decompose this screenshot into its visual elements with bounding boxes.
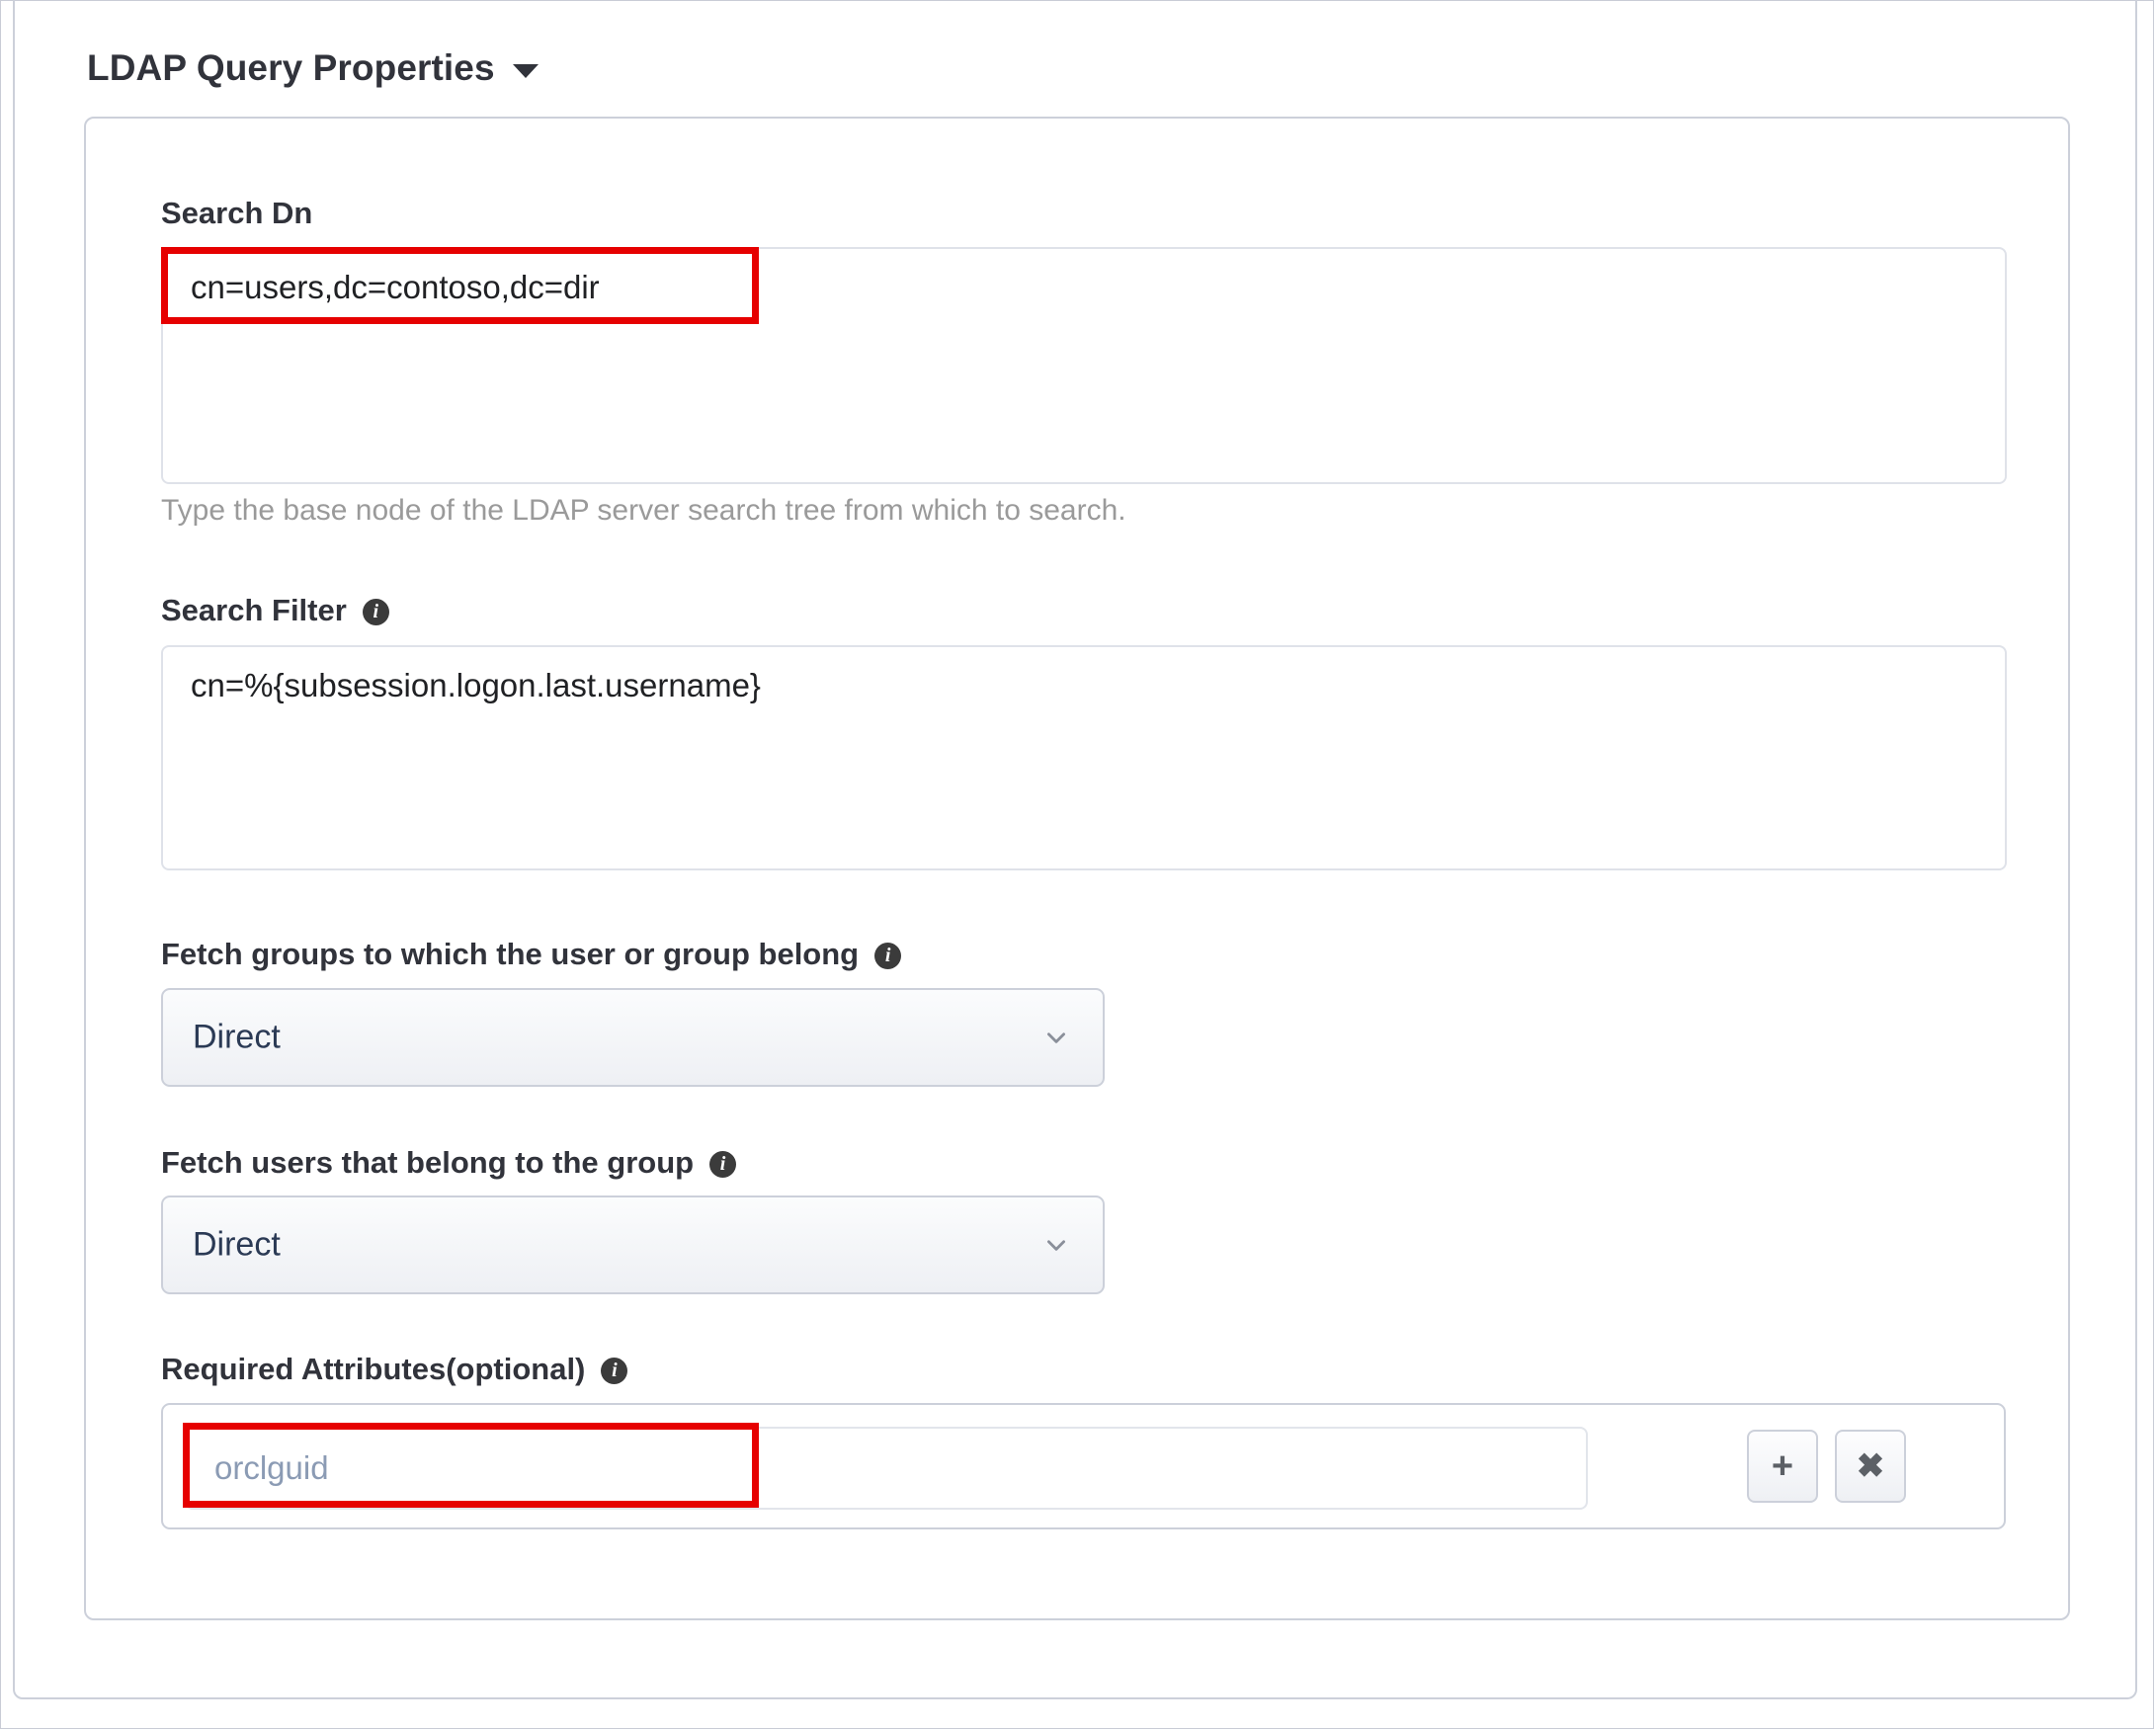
fetch-groups-label: Fetch groups to which the user or group …	[161, 937, 902, 972]
chevron-down-icon[interactable]	[1043, 1025, 1069, 1050]
fetch-users-selected-value: Direct	[193, 1225, 281, 1264]
search-dn-label: Search Dn	[161, 196, 312, 231]
required-attributes-label: Required Attributes(optional) i	[161, 1352, 628, 1387]
info-icon[interactable]: i	[362, 598, 389, 625]
required-attributes-group: orclguid + ✖	[161, 1403, 2006, 1529]
caret-down-icon[interactable]	[512, 64, 539, 78]
info-icon[interactable]: i	[874, 942, 902, 969]
fetch-groups-select[interactable]: Direct	[161, 988, 1105, 1087]
fetch-users-select[interactable]: Direct	[161, 1195, 1105, 1294]
close-icon: ✖	[1856, 1447, 1885, 1485]
add-attribute-button[interactable]: +	[1747, 1430, 1818, 1503]
search-dn-help-text: Type the base node of the LDAP server se…	[161, 494, 1126, 527]
plus-icon: +	[1771, 1445, 1794, 1487]
fetch-users-label-text: Fetch users that belong to the group	[161, 1145, 695, 1180]
info-icon[interactable]: i	[601, 1357, 628, 1384]
fetch-groups-label-text: Fetch groups to which the user or group …	[161, 937, 860, 971]
chevron-down-icon[interactable]	[1043, 1232, 1069, 1258]
search-filter-value: cn=%{subsession.logon.last.username}	[191, 667, 761, 703]
search-dn-input[interactable]: cn=users,dc=contoso,dc=dir	[161, 247, 2007, 484]
search-filter-label: Search Filter i	[161, 593, 389, 628]
required-attributes-input[interactable]: orclguid	[185, 1427, 1588, 1510]
info-icon[interactable]: i	[709, 1150, 737, 1178]
page-title: LDAP Query Properties	[87, 47, 495, 88]
remove-attribute-button[interactable]: ✖	[1835, 1430, 1906, 1503]
required-attributes-label-text: Required Attributes(optional)	[161, 1352, 586, 1386]
search-dn-label-text: Search Dn	[161, 196, 313, 230]
section-header[interactable]: LDAP Query Properties	[87, 47, 539, 89]
fetch-users-label: Fetch users that belong to the group i	[161, 1145, 737, 1181]
fetch-groups-selected-value: Direct	[193, 1018, 281, 1056]
required-attributes-value: orclguid	[214, 1449, 329, 1486]
search-filter-input[interactable]: cn=%{subsession.logon.last.username}	[161, 645, 2007, 870]
search-dn-value: cn=users,dc=contoso,dc=dir	[191, 269, 600, 305]
search-filter-label-text: Search Filter	[161, 593, 347, 627]
ldap-query-properties-page: LDAP Query Properties Search Dn cn=users…	[0, 0, 2156, 1731]
